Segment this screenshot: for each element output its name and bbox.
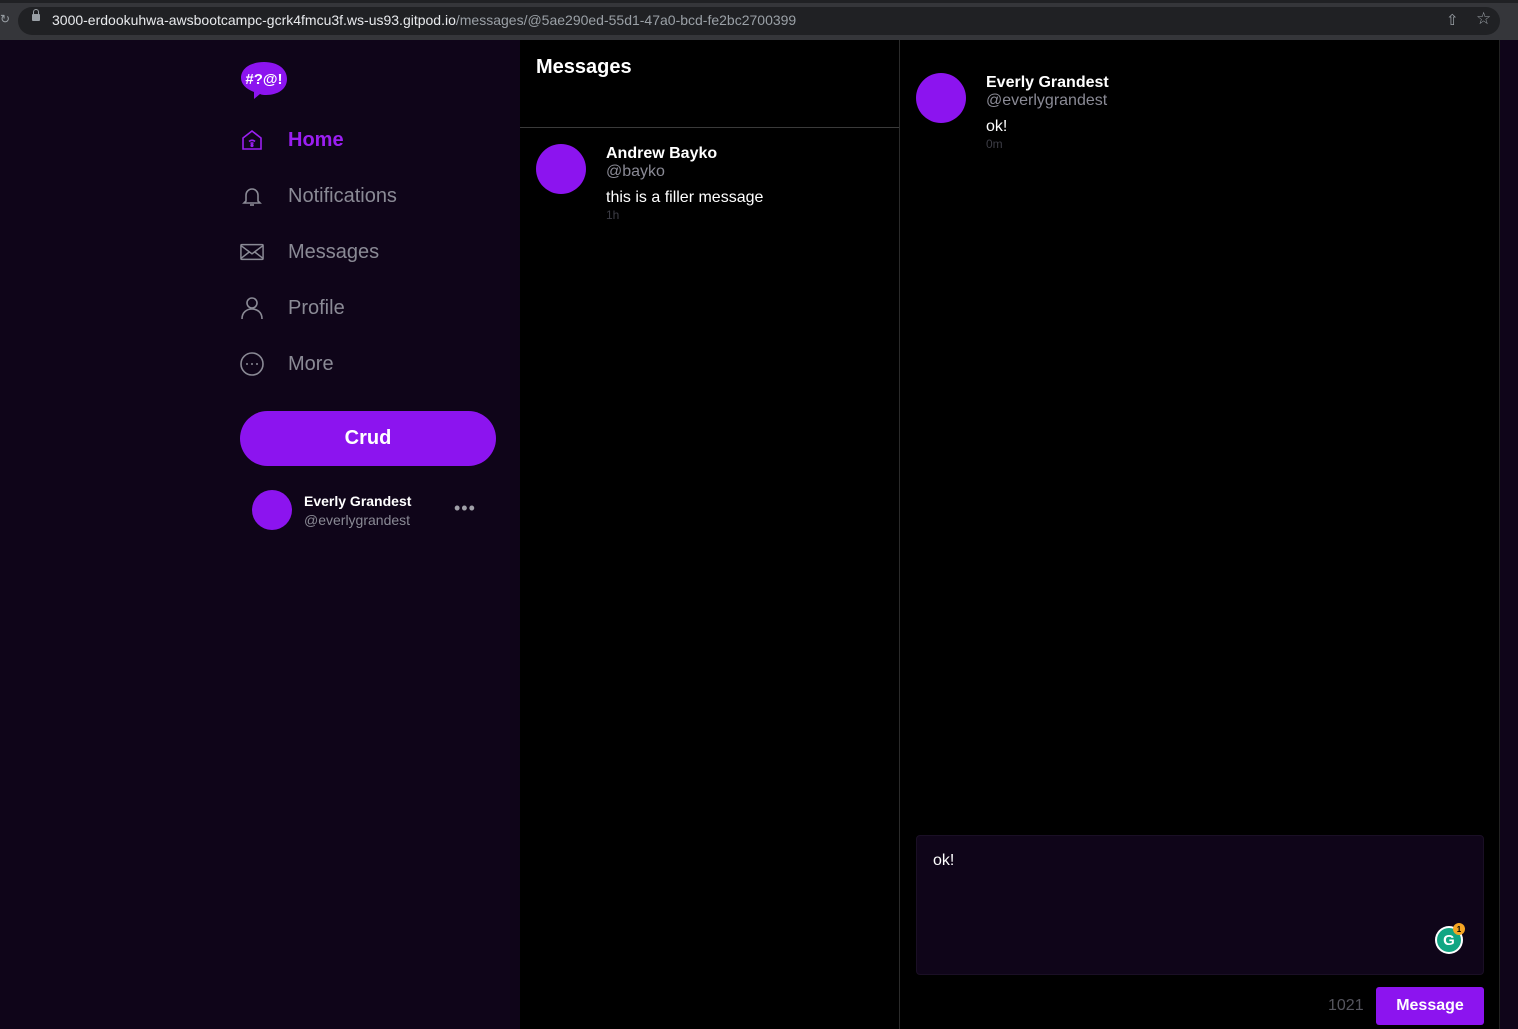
message-group-handle: @bayko [606,163,665,180]
grammarly-icon[interactable]: G 1 [1435,923,1465,954]
nav-notifications[interactable]: Notifications [240,176,397,216]
grammarly-badge: 1 [1453,923,1465,935]
nav-notifications-label: Notifications [288,184,397,207]
message-group-preview: this is a filler message [606,189,764,206]
url-host: 3000-erdookuhwa-awsbootcampc-gcrk4fmcu3f… [52,12,456,28]
crud-button[interactable]: Crud [240,411,496,466]
header-divider [520,127,899,128]
bell-icon [240,184,264,208]
message-composer: ok! G 1 [916,835,1484,975]
lock-icon[interactable] [32,9,40,21]
message-time: 0m [986,137,1003,151]
logo-text: #?@! [245,71,282,88]
message-group-item[interactable]: Andrew Bayko @bayko this is a filler mes… [536,144,886,234]
browser-address-bar: ↻ 3000-erdookuhwa-awsbootcampc-gcrk4fmcu… [0,0,1518,40]
current-user-name: Everly Grandest [304,493,412,509]
reload-icon[interactable]: ↻ [0,12,10,26]
avatar [916,73,966,123]
message-item: Everly Grandest @everlygrandest ok! 0m [916,73,1476,163]
sidebar: #?@! Home Notifications Messages Profile… [0,40,520,1029]
message-group-time: 1h [606,208,620,222]
user-menu-icon[interactable]: ••• [454,498,476,519]
message-sender-handle: @everlygrandest [986,92,1108,109]
bookmark-star-icon[interactable]: ☆ [1476,9,1491,29]
message-text: ok! [986,118,1008,135]
nav-messages[interactable]: Messages [240,232,379,272]
person-icon [240,296,264,320]
message-groups-panel: Messages Andrew Bayko @bayko this is a f… [520,40,899,1029]
logo[interactable]: #?@! [240,60,288,100]
char-counter: 1021 [1328,997,1364,1014]
nav-home[interactable]: Home [240,120,344,160]
url-text[interactable]: 3000-erdookuhwa-awsbootcampc-gcrk4fmcu3f… [52,12,796,28]
nav-messages-label: Messages [288,240,380,263]
avatar [252,490,292,530]
url-path: /messages/@5ae290ed-55d1-47a0-bcd-fe2bc2… [455,12,797,28]
nav-profile[interactable]: Profile [240,288,345,328]
tab-strip-edge [0,0,1518,3]
nav-more[interactable]: More [240,344,334,384]
current-user-card[interactable]: Everly Grandest @everlygrandest ••• [252,490,492,530]
share-icon[interactable]: ⇧ [1446,11,1459,29]
envelope-icon [240,240,264,264]
nav-profile-label: Profile [288,296,345,319]
nav-home-label: Home [288,128,344,151]
current-user-handle: @everlygrandest [304,512,411,528]
conversation-panel: Everly Grandest @everlygrandest ok! 0m o… [900,40,1500,1029]
home-icon [240,128,264,152]
avatar [536,144,586,194]
message-group-name: Andrew Bayko [606,145,718,162]
page-title: Messages [536,56,632,78]
more-circle-icon [240,352,264,376]
send-message-button[interactable]: Message [1376,987,1484,1025]
scrollbar-track[interactable] [1500,40,1518,1029]
nav-more-label: More [288,352,334,375]
logo-bubble-icon: #?@! [241,62,287,99]
message-input[interactable]: ok! [917,836,1483,974]
message-sender-name: Everly Grandest [986,74,1109,91]
